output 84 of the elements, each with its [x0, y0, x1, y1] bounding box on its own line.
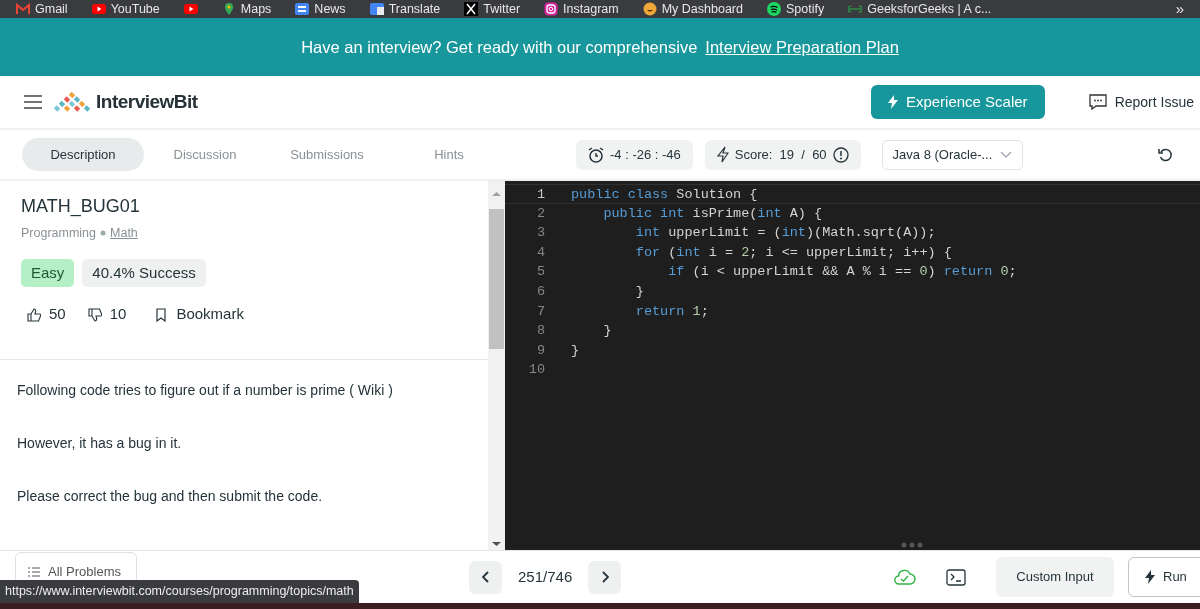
more-bookmarks-button[interactable]: »	[1175, 0, 1184, 21]
info-icon[interactable]	[832, 146, 849, 163]
line-number: 5	[535, 263, 545, 282]
success-rate-tag: 40.4% Success	[82, 258, 206, 288]
tab[interactable]: Description	[22, 138, 144, 171]
news-icon[interactable]	[295, 2, 310, 16]
scrollbar-thumb[interactable]	[489, 209, 504, 349]
bullet-icon	[100, 230, 107, 237]
lightning-icon	[1145, 570, 1155, 584]
drag-handle-icon[interactable]	[900, 542, 924, 548]
banner-link[interactable]: Interview Preparation Plan	[705, 34, 899, 60]
dislike-button[interactable]: 10	[87, 303, 127, 326]
lightning-icon	[887, 95, 898, 109]
custom-input-button[interactable]: Custom Input	[996, 557, 1114, 597]
description-paragraph: Please correct the bug and then submit the code.	[17, 487, 324, 506]
status-url-tooltip: https://www.interviewbit.com/courses/programming/topics/math	[0, 580, 359, 603]
menu-icon[interactable]	[24, 95, 42, 109]
reset-icon[interactable]	[1158, 147, 1172, 162]
bookmark-link[interactable]: Twitter	[483, 0, 521, 19]
language-dropdown[interactable]: Java 8 (Oracle-...	[881, 139, 1023, 170]
line-number: 10	[527, 361, 545, 380]
banner-text: Have an interview? Get ready with our comprehensive	[301, 36, 698, 58]
x-logo-icon[interactable]	[464, 2, 479, 16]
experience-scaler-button[interactable]: Experience Scaler	[870, 85, 1045, 119]
line-number: 3	[535, 224, 545, 243]
code-line: public int isPrime(int A) {	[602, 204, 823, 223]
description-paragraph: Following code tries to figure out if a number is prime ( Wiki )	[17, 381, 394, 400]
music-icon[interactable]	[767, 2, 781, 16]
next-button[interactable]	[588, 560, 622, 594]
line-number: 7	[535, 302, 545, 321]
bookmark-link[interactable]: GeeksforGeeks | A c...	[867, 0, 992, 19]
previous-button[interactable]	[469, 560, 502, 594]
bookmark-link[interactable]: Gmail	[35, 0, 68, 19]
play-icon[interactable]	[91, 2, 106, 16]
code-line: }	[571, 341, 580, 360]
smiley-icon[interactable]	[642, 2, 657, 16]
lightning-icon	[716, 146, 729, 163]
terminal-icon[interactable]	[946, 568, 966, 586]
thumbs-down-icon	[87, 307, 102, 322]
line-number: 2	[535, 204, 545, 223]
cloud-check-icon[interactable]	[894, 569, 916, 585]
report-issue-link[interactable]: Report Issue	[1114, 91, 1194, 113]
line-number: 4	[535, 243, 545, 262]
bookmark-icon	[154, 307, 169, 322]
chevron-down-icon	[999, 150, 1012, 159]
chevron-left-icon	[481, 571, 490, 583]
alarm-clock-icon	[588, 146, 604, 163]
run-button[interactable]: Run	[1128, 557, 1200, 597]
line-number: 9	[535, 341, 545, 360]
line-number: 6	[535, 282, 545, 301]
like-button[interactable]: 50	[27, 303, 66, 326]
bookmark-link[interactable]: Translate	[388, 0, 441, 19]
line-number: 8	[535, 322, 545, 341]
thumbs-up-icon	[27, 307, 41, 322]
code-line: return 1;	[634, 302, 709, 321]
description-paragraph: However, it has a bug in it.	[17, 434, 183, 453]
bookmark-button[interactable]: Bookmark	[154, 303, 244, 326]
bookmark-link[interactable]: Spotify	[786, 0, 825, 19]
play-icon[interactable]	[183, 2, 198, 16]
problem-title: MATH_BUG01	[21, 195, 141, 219]
translate-icon[interactable]	[369, 2, 384, 16]
bookmark-link[interactable]: My Dashboard	[661, 0, 743, 19]
category-text: Programming	[21, 225, 97, 242]
code-line: int upperLimit = (int)(Math.sqrt(A));	[634, 224, 936, 243]
camera-icon[interactable]	[544, 2, 559, 16]
code-line: }	[602, 322, 612, 341]
code-line: for (int i = 2; i <= upperLimit; i++) {	[634, 243, 952, 262]
chevron-right-icon	[600, 571, 609, 583]
list-icon	[28, 567, 40, 577]
difficulty-tag: Easy	[21, 258, 75, 288]
page-counter: 251/746	[518, 566, 573, 587]
bookmark-link[interactable]: YouTube	[110, 0, 160, 19]
bookmark-link[interactable]: Maps	[240, 0, 272, 19]
timer-text: -4 : -26 : -46	[610, 145, 681, 164]
comment-icon[interactable]	[1088, 94, 1107, 110]
score-text: Score: 19 / 60	[734, 145, 827, 164]
bookmark-link[interactable]: News	[314, 0, 346, 19]
code-line: public class Solution {	[571, 186, 758, 203]
mail-icon[interactable]	[16, 2, 30, 16]
bookmark-link[interactable]: Instagram	[563, 0, 619, 19]
logo-text[interactable]: InterviewBit	[96, 87, 198, 117]
line-number: 1	[535, 186, 545, 203]
code-line: if (i < upperLimit && A % i == 0) return 0;	[667, 263, 1017, 282]
code-line: }	[634, 282, 644, 301]
